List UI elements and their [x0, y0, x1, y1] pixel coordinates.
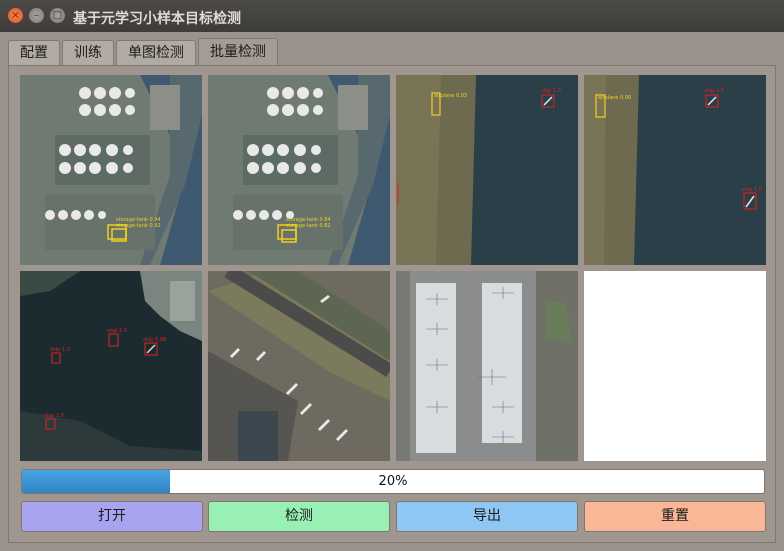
detection-label: airplane 0.90 — [598, 95, 631, 101]
airport-terminal-image — [396, 271, 578, 461]
detection-label: ship 1.0 — [107, 328, 127, 334]
maximize-window-icon[interactable]: □ — [50, 8, 65, 23]
progress-bar: 20% — [21, 469, 765, 494]
tab-batch-detect[interactable]: 批量检测 — [198, 38, 278, 66]
tab-train[interactable]: 训练 — [62, 40, 114, 66]
tab-bar: 配置 训练 单图检测 批量检测 — [8, 38, 280, 66]
detection-label: storage-tank 0.82 — [286, 223, 331, 229]
result-image-6 — [208, 271, 390, 461]
open-button[interactable]: 打开 — [21, 501, 203, 532]
progress-label: 20% — [378, 474, 408, 489]
tank-farm-image: storage-tank 0.84 storage-tank 0.82 — [208, 75, 390, 265]
detection-label: ship 1.0 — [704, 88, 724, 94]
tank-farm-image: storage-tank 0.94 storage-tank 0.92 — [20, 75, 202, 265]
title-bar: × – □ 基于元学习小样本目标检测 — [0, 0, 784, 32]
detection-label: ship 1.0 — [742, 187, 762, 193]
result-image-5: ship 1.0 ship 1.0 ship 0.99 ship 1.0 — [20, 271, 202, 461]
result-image-4: airplane 0.90 ship 1.0 ship 1.0 — [584, 75, 766, 265]
result-image-7 — [396, 271, 578, 461]
detect-button[interactable]: 检测 — [208, 501, 390, 532]
detection-label: storage-tank 0.92 — [116, 223, 161, 229]
detection-label: ship 1.0 — [50, 347, 70, 353]
minimize-window-icon[interactable]: – — [29, 8, 44, 23]
detection-label: ship 1.0 — [44, 413, 64, 419]
result-image-3: airplane 0.93 ship 1.0 — [396, 75, 578, 265]
result-image-grid: storage-tank 0.94 storage-tank 0.92 stor… — [20, 75, 766, 465]
app-window: × – □ 基于元学习小样本目标检测 配置 训练 单图检测 批量检测 stora… — [0, 0, 784, 551]
detection-label: ship 1.0 — [541, 88, 561, 94]
result-image-2: storage-tank 0.84 storage-tank 0.82 — [208, 75, 390, 265]
harbor-image: ship 1.0 ship 1.0 ship 0.99 ship 1.0 — [20, 271, 202, 461]
reset-button[interactable]: 重置 — [584, 501, 766, 532]
airport-coast-image: airplane 0.93 ship 1.0 — [396, 75, 578, 265]
result-image-empty — [584, 271, 766, 461]
airport-coast-image: airplane 0.90 ship 1.0 ship 1.0 — [584, 75, 766, 265]
result-image-1: storage-tank 0.94 storage-tank 0.92 — [20, 75, 202, 265]
window-title: 基于元学习小样本目标检测 — [73, 11, 241, 27]
detection-label: airplane 0.93 — [434, 93, 467, 99]
detection-label: ship 0.99 — [143, 337, 166, 343]
airport-runway-image — [208, 271, 390, 461]
batch-detect-panel: storage-tank 0.94 storage-tank 0.92 stor… — [8, 65, 776, 543]
export-button[interactable]: 导出 — [396, 501, 578, 532]
close-window-icon[interactable]: × — [8, 8, 23, 23]
tab-single-detect[interactable]: 单图检测 — [116, 40, 196, 66]
tab-config[interactable]: 配置 — [8, 40, 60, 66]
